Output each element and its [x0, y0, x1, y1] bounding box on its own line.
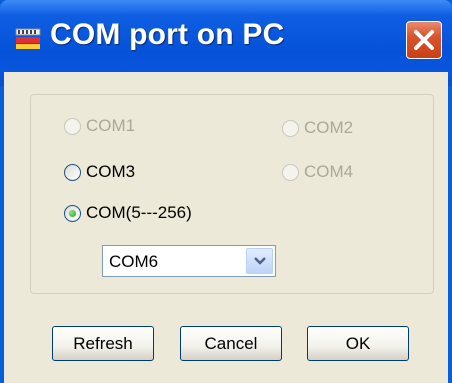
- radio-circle: [64, 117, 81, 135]
- refresh-button-label: Refresh: [73, 333, 133, 353]
- radio-label: COM4: [304, 162, 354, 181]
- radio-circle: [282, 163, 299, 181]
- ok-button[interactable]: OK: [307, 326, 409, 361]
- dialog-window: COM port on PC COM1 COM2 COM3 COM4 COM(5…: [0, 0, 452, 383]
- radio-com-range[interactable]: COM(5---256): [64, 203, 192, 223]
- radio-circle: [64, 204, 81, 222]
- radio-label: COM2: [304, 118, 354, 137]
- app-icon: [14, 27, 42, 51]
- radio-label: COM(5---256): [86, 203, 192, 222]
- chevron-down-icon: [254, 257, 266, 265]
- radio-selected-dot: [69, 209, 76, 217]
- radio-com1[interactable]: COM1: [64, 116, 135, 136]
- cancel-button[interactable]: Cancel: [180, 326, 282, 361]
- radio-com3[interactable]: COM3: [64, 162, 135, 182]
- ok-button-label: OK: [345, 333, 371, 353]
- dropdown-button[interactable]: [246, 248, 273, 274]
- refresh-button[interactable]: Refresh: [52, 326, 154, 361]
- radio-label: COM1: [86, 116, 136, 135]
- com-port-select[interactable]: COM6: [102, 245, 276, 277]
- radio-circle: [282, 119, 299, 137]
- dialog-body: COM1 COM2 COM3 COM4 COM(5---256) COM6 Re…: [4, 72, 448, 383]
- radio-com2[interactable]: COM2: [282, 118, 353, 138]
- radio-label: COM3: [86, 162, 136, 181]
- close-icon: [414, 30, 434, 50]
- radio-com4[interactable]: COM4: [282, 162, 353, 182]
- radio-circle: [64, 163, 81, 181]
- close-button[interactable]: [406, 21, 442, 59]
- com-port-select-value: COM6: [109, 252, 159, 271]
- cancel-button-label: Cancel: [204, 333, 258, 353]
- window-title: COM port on PC: [50, 18, 285, 51]
